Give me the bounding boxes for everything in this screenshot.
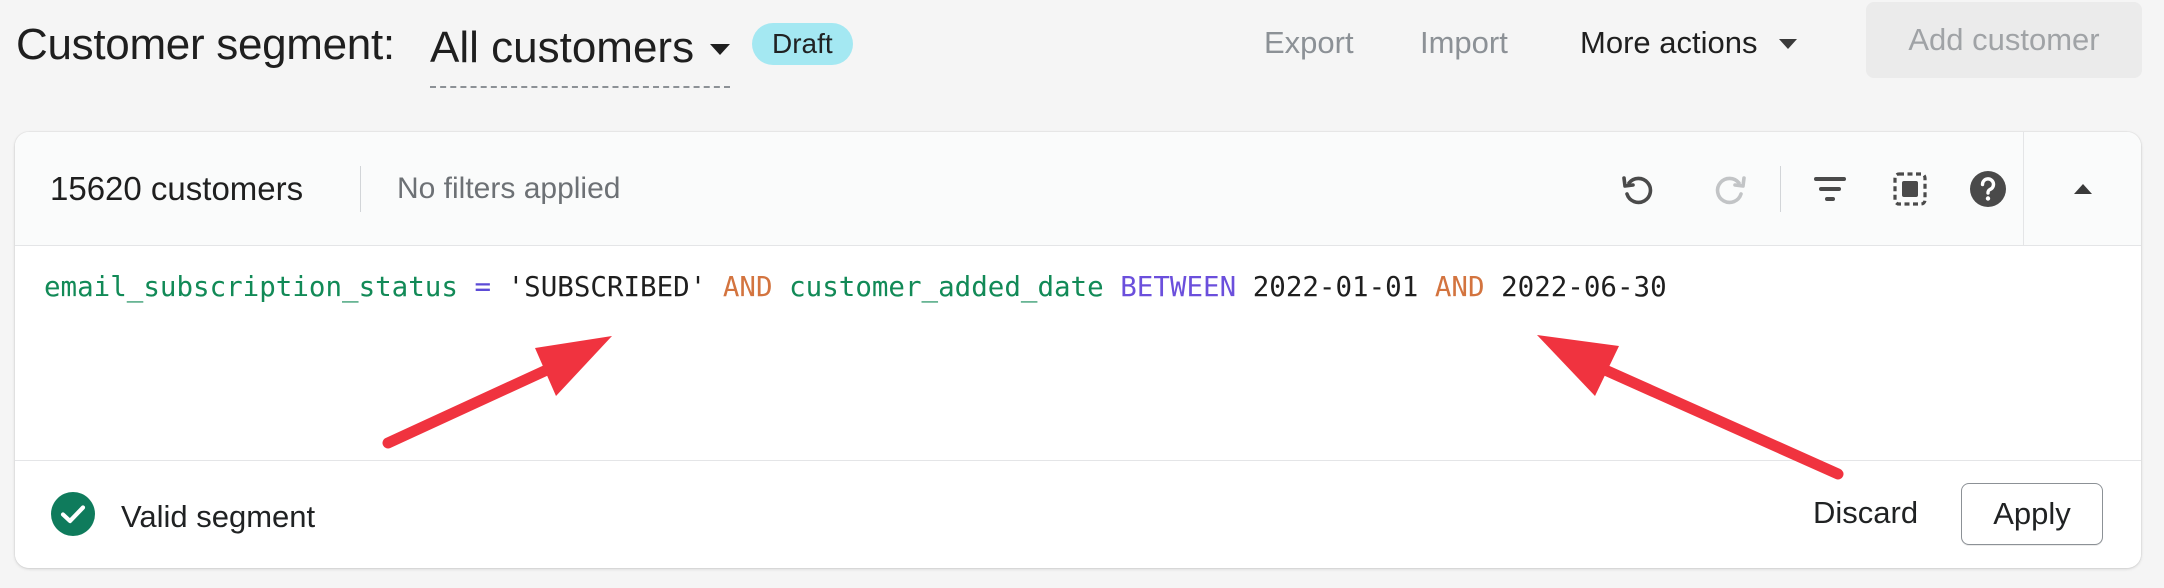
editor-footer: Valid segment Discard Apply: [15, 460, 2141, 568]
check-circle-icon: [50, 491, 96, 537]
validation-status: Valid segment: [121, 499, 316, 534]
segment-editor-card: 15620 customers No filters applied email…: [15, 132, 2141, 568]
collapse-editor-button[interactable]: [2023, 132, 2141, 246]
chevron-down-icon: [1779, 39, 1798, 49]
query-value-token: 2022-01-01: [1252, 271, 1419, 303]
apply-button[interactable]: Apply: [1961, 483, 2103, 545]
page-header: Customer segment: All customers Draft Ex…: [0, 0, 2164, 100]
chevron-down-icon: [710, 43, 731, 55]
redo-icon[interactable]: [1707, 166, 1753, 212]
more-actions-label: More actions: [1580, 25, 1758, 60]
query-editor[interactable]: email_subscription_status = 'SUBSCRIBED'…: [15, 247, 2141, 460]
segment-selector[interactable]: All customers: [430, 22, 731, 88]
query-operator-token: =: [474, 271, 492, 303]
select-area-icon[interactable]: [1887, 166, 1933, 212]
segment-query[interactable]: email_subscription_status = 'SUBSCRIBED'…: [44, 271, 1667, 303]
query-keyword-token: BETWEEN: [1120, 271, 1237, 303]
filter-icon[interactable]: [1807, 166, 1853, 212]
help-icon[interactable]: [1965, 166, 2011, 212]
customer-count: 15620 customers: [50, 170, 304, 207]
query-value-token: 2022-06-30: [1501, 271, 1667, 303]
chevron-up-icon: [2073, 184, 2092, 194]
toolbar-divider: [1780, 166, 1781, 212]
toolbar-divider: [360, 166, 361, 212]
add-customer-button[interactable]: Add customer: [1866, 2, 2142, 78]
export-button[interactable]: Export: [1264, 22, 1354, 64]
editor-toolbar: 15620 customers No filters applied: [15, 132, 2141, 246]
filters-status: No filters applied: [397, 172, 621, 205]
more-actions-button[interactable]: More actions: [1580, 22, 1798, 64]
query-value-token: 'SUBSCRIBED': [507, 271, 707, 303]
import-button[interactable]: Import: [1420, 22, 1508, 64]
page-title: Customer segment:: [16, 20, 395, 69]
discard-button[interactable]: Discard: [1813, 495, 1918, 531]
query-field-token: email_subscription_status: [44, 271, 458, 303]
undo-icon[interactable]: [1615, 166, 1661, 212]
query-keyword-token: AND: [722, 271, 773, 303]
segment-name: All customers: [430, 23, 695, 72]
query-field-token: customer_added_date: [789, 271, 1104, 303]
status-badge: Draft: [752, 23, 853, 65]
query-keyword-token: AND: [1434, 271, 1485, 303]
